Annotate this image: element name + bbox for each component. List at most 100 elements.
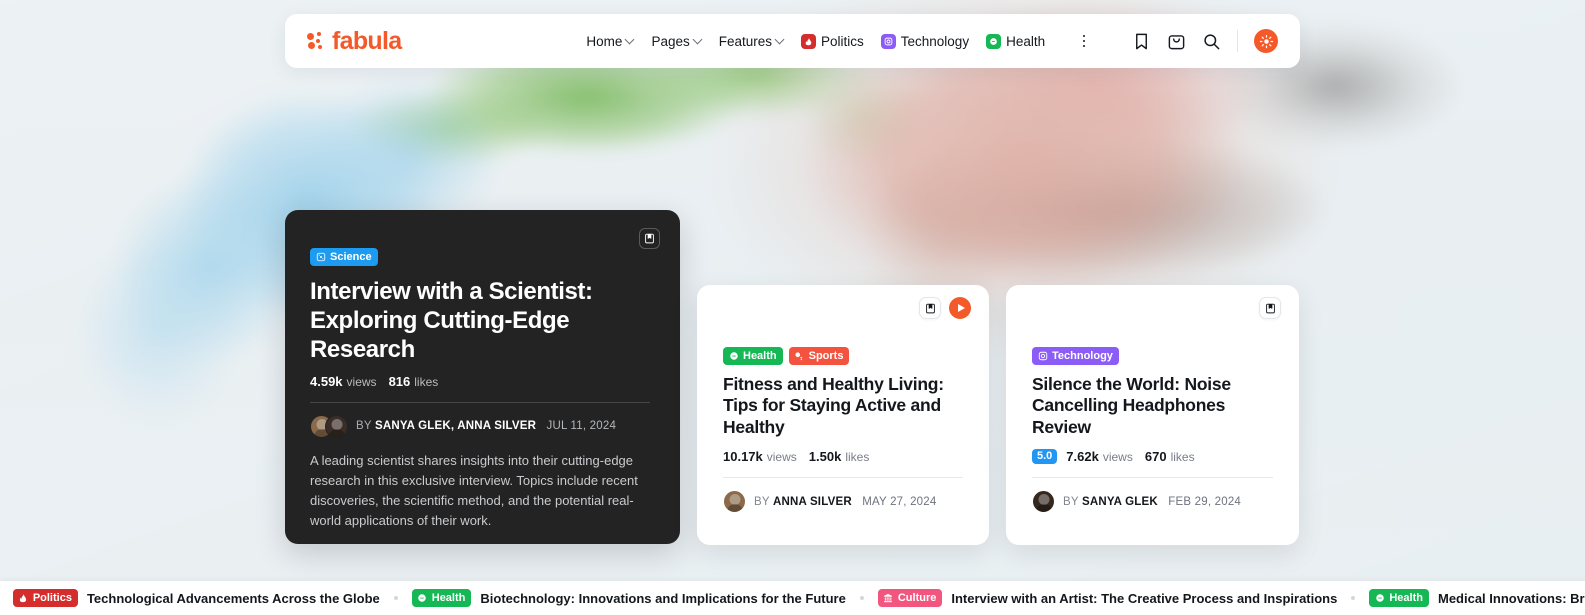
nav-category-technology-label: Technology <box>900 33 970 49</box>
author-names[interactable]: SANYA GLEK <box>1082 496 1158 508</box>
views-label: views <box>766 450 797 465</box>
divider <box>723 477 963 479</box>
views-value: 10.17k <box>723 449 763 465</box>
ticker-headline: Interview with an Artist: The Creative P… <box>951 590 1338 606</box>
byline-text: BY ANNA SILVER MAY 27, 2024 <box>754 496 936 508</box>
logo-dots-icon <box>307 31 326 51</box>
bookmark-icon[interactable] <box>1259 297 1281 319</box>
bookmark-icon[interactable] <box>919 297 941 319</box>
page-root: fabula Home Pages Features Politics Tech… <box>0 0 1585 615</box>
badge-health[interactable]: Health <box>411 589 472 607</box>
nav-category-technology[interactable]: Technology <box>880 33 970 49</box>
primary-nav: Home Pages Features Politics Technology … <box>586 33 1092 49</box>
byline-text: BY SANYA GLEK, ANNA SILVER JUL 11, 2024 <box>356 420 616 432</box>
byline-prefix: BY <box>356 420 372 433</box>
featured-excerpt: A leading scientist shares insights into… <box>310 452 638 528</box>
byline-text: BY SANYA GLEK FEB 29, 2024 <box>1063 496 1241 508</box>
featured-article-title: Interview with a Scientist: Exploring Cu… <box>310 277 593 363</box>
play-icon[interactable] <box>949 297 971 319</box>
likes-label: likes <box>1170 450 1195 465</box>
nav-item-pages-label: Pages <box>651 33 690 49</box>
article-title: Fitness and Healthy Living: Tips for Sta… <box>723 373 944 438</box>
health-icon <box>417 592 428 603</box>
author-names[interactable]: ANNA SILVER <box>773 496 852 508</box>
chevron-down-icon <box>694 36 702 44</box>
featured-article-card[interactable]: Science Interview with a Scientist: Expl… <box>285 210 680 544</box>
nav-item-home[interactable]: Home <box>586 34 634 49</box>
badge-health[interactable]: Health <box>723 347 783 365</box>
nav-category-health-label: Health <box>1006 33 1046 49</box>
nav-category-politics[interactable]: Politics <box>801 33 864 49</box>
publish-date: MAY 27, 2024 <box>862 495 937 508</box>
badge-health-label: Health <box>1389 591 1423 604</box>
badge-technology-label: Technology <box>1052 349 1113 362</box>
ticker-item[interactable]: Health Medical Innovations: Breakthrou <box>1355 589 1585 607</box>
card-stats: 10.17k views 1.50k likes <box>723 449 963 464</box>
ticker-item[interactable]: Politics Technological Advancements Acro… <box>0 589 394 607</box>
featured-byline: BY SANYA GLEK, ANNA SILVER JUL 11, 2024 <box>310 414 650 438</box>
bookmark-icon[interactable] <box>1132 32 1151 51</box>
likes-label: likes <box>845 450 870 465</box>
divider <box>1032 477 1273 479</box>
card-badges: Technology <box>1032 347 1273 365</box>
author-names[interactable]: SANYA GLEK, ANNA SILVER <box>375 420 536 432</box>
badge-health-label: Health <box>431 591 466 604</box>
nav-item-features-label: Features <box>718 33 772 49</box>
theme-toggle-sun-icon[interactable] <box>1254 29 1278 53</box>
ticker-item[interactable]: Health Biotechnology: Innovations and Im… <box>398 589 860 607</box>
sports-icon <box>794 350 805 361</box>
ticker-headline: Biotechnology: Innovations and Implicati… <box>480 590 846 606</box>
badge-health[interactable]: Health <box>1369 589 1429 607</box>
nav-category-health[interactable]: Health <box>986 33 1046 49</box>
divider <box>310 401 650 403</box>
author-avatars <box>1032 490 1055 514</box>
nav-item-pages[interactable]: Pages <box>651 34 701 49</box>
badge-politics[interactable]: Politics <box>12 589 78 607</box>
publish-date: FEB 29, 2024 <box>1168 495 1242 508</box>
avatar <box>325 414 348 438</box>
article-cards: Science Interview with a Scientist: Expl… <box>0 0 1585 615</box>
author-avatars <box>310 414 348 438</box>
badge-culture[interactable]: Culture <box>877 589 943 607</box>
badge-sports-label: Sports <box>808 349 844 362</box>
ticker-headline: Technological Advancements Across the Gl… <box>86 590 380 606</box>
byline-prefix: BY <box>1063 495 1079 508</box>
nav-category-politics-label: Politics <box>821 33 864 49</box>
likes-value: 1.50k <box>808 449 842 465</box>
likes-value: 670 <box>1144 449 1167 465</box>
avatar <box>723 490 746 514</box>
badge-sports[interactable]: Sports <box>788 347 850 365</box>
logo-wordmark: fabula <box>332 26 402 55</box>
featured-stats: 4.59k views 816 likes <box>310 374 650 389</box>
badge-science-label: Science <box>330 250 372 263</box>
badge-science[interactable]: Science <box>310 248 378 266</box>
article-card-fitness[interactable]: Health Sports Fitness and Healthy Living… <box>697 285 989 545</box>
health-icon <box>986 33 1002 49</box>
nav-item-features[interactable]: Features <box>719 34 784 49</box>
featured-badges: Science <box>310 248 650 266</box>
card-badges: Health Sports <box>723 347 963 365</box>
header-divider <box>1237 30 1238 52</box>
publish-date: JUL 11, 2024 <box>546 420 617 433</box>
more-menu-icon[interactable] <box>1076 33 1092 49</box>
ticker-headline: Medical Innovations: Breakthrou <box>1437 590 1585 606</box>
nav-item-home-label: Home <box>586 33 623 49</box>
search-icon[interactable] <box>1202 32 1221 51</box>
chevron-down-icon <box>626 36 634 44</box>
ticker-item[interactable]: Culture Interview with an Artist: The Cr… <box>864 589 1352 607</box>
bag-icon[interactable] <box>1167 32 1186 51</box>
article-card-headphones[interactable]: Technology Silence the World: Noise Canc… <box>1006 285 1299 545</box>
badge-politics-label: Politics <box>32 591 72 604</box>
card-actions <box>919 297 971 319</box>
author-avatars <box>723 490 746 514</box>
culture-icon <box>883 592 894 603</box>
card-byline: BY ANNA SILVER MAY 27, 2024 <box>723 490 963 514</box>
politics-icon <box>801 33 816 49</box>
bookmark-icon[interactable] <box>639 228 660 249</box>
site-logo[interactable]: fabula <box>307 26 402 55</box>
badge-health-label: Health <box>743 349 777 362</box>
rating-badge: 5.0 <box>1032 449 1058 465</box>
avatar <box>1032 490 1055 514</box>
badge-technology[interactable]: Technology <box>1032 347 1119 365</box>
card-byline: BY SANYA GLEK FEB 29, 2024 <box>1032 490 1273 514</box>
